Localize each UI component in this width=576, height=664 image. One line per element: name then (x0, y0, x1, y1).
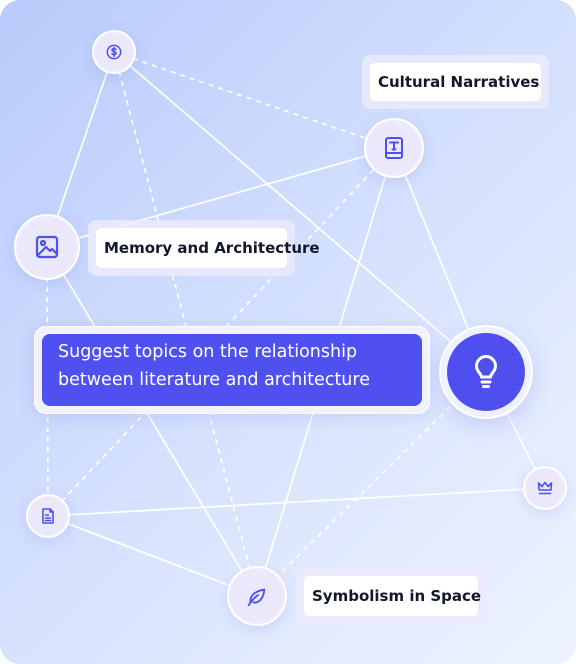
node-document[interactable] (26, 494, 70, 538)
leaf-icon (247, 588, 266, 607)
book-icon (385, 137, 403, 159)
label-cultural-narratives-card: Cultural Narratives (362, 55, 549, 109)
node-lightbulb[interactable] (439, 325, 533, 419)
crown-icon (537, 481, 553, 495)
prompt-card: Suggest topics on the relationship betwe… (34, 326, 430, 414)
edge-dollar-book (113, 51, 395, 149)
label-symbolism-space-card: Symbolism in Space (296, 568, 486, 624)
lightbulb-icon (475, 355, 497, 388)
node-leaf[interactable] (227, 566, 287, 626)
image-icon (35, 235, 59, 259)
dollar-icon (106, 44, 122, 60)
node-image[interactable] (14, 214, 80, 280)
node-book[interactable] (364, 118, 424, 178)
document-icon (42, 508, 54, 524)
edge-image-leaf (46, 246, 258, 597)
prompt-line-1: Suggest topics on the relationship (58, 342, 358, 362)
mind-map-canvas: Cultural Narratives Memory and Architect… (0, 0, 576, 664)
edge-dollar-leaf (113, 51, 258, 597)
label-symbolism-space[interactable]: Symbolism in Space (304, 576, 481, 616)
label-cultural-narratives[interactable]: Cultural Narratives (370, 63, 541, 101)
prompt-text[interactable]: Suggest topics on the relationship betwe… (42, 334, 422, 406)
node-dollar[interactable] (92, 30, 136, 74)
label-memory-architecture-card: Memory and Architecture (88, 220, 320, 276)
prompt-line-2: between literature and architecture (58, 370, 370, 390)
lightbulb-button[interactable] (447, 333, 525, 411)
edge-doc-leaf (47, 515, 258, 597)
edge-doc-crown (47, 487, 546, 517)
node-crown[interactable] (523, 466, 567, 510)
label-memory-architecture[interactable]: Memory and Architecture (96, 228, 320, 268)
